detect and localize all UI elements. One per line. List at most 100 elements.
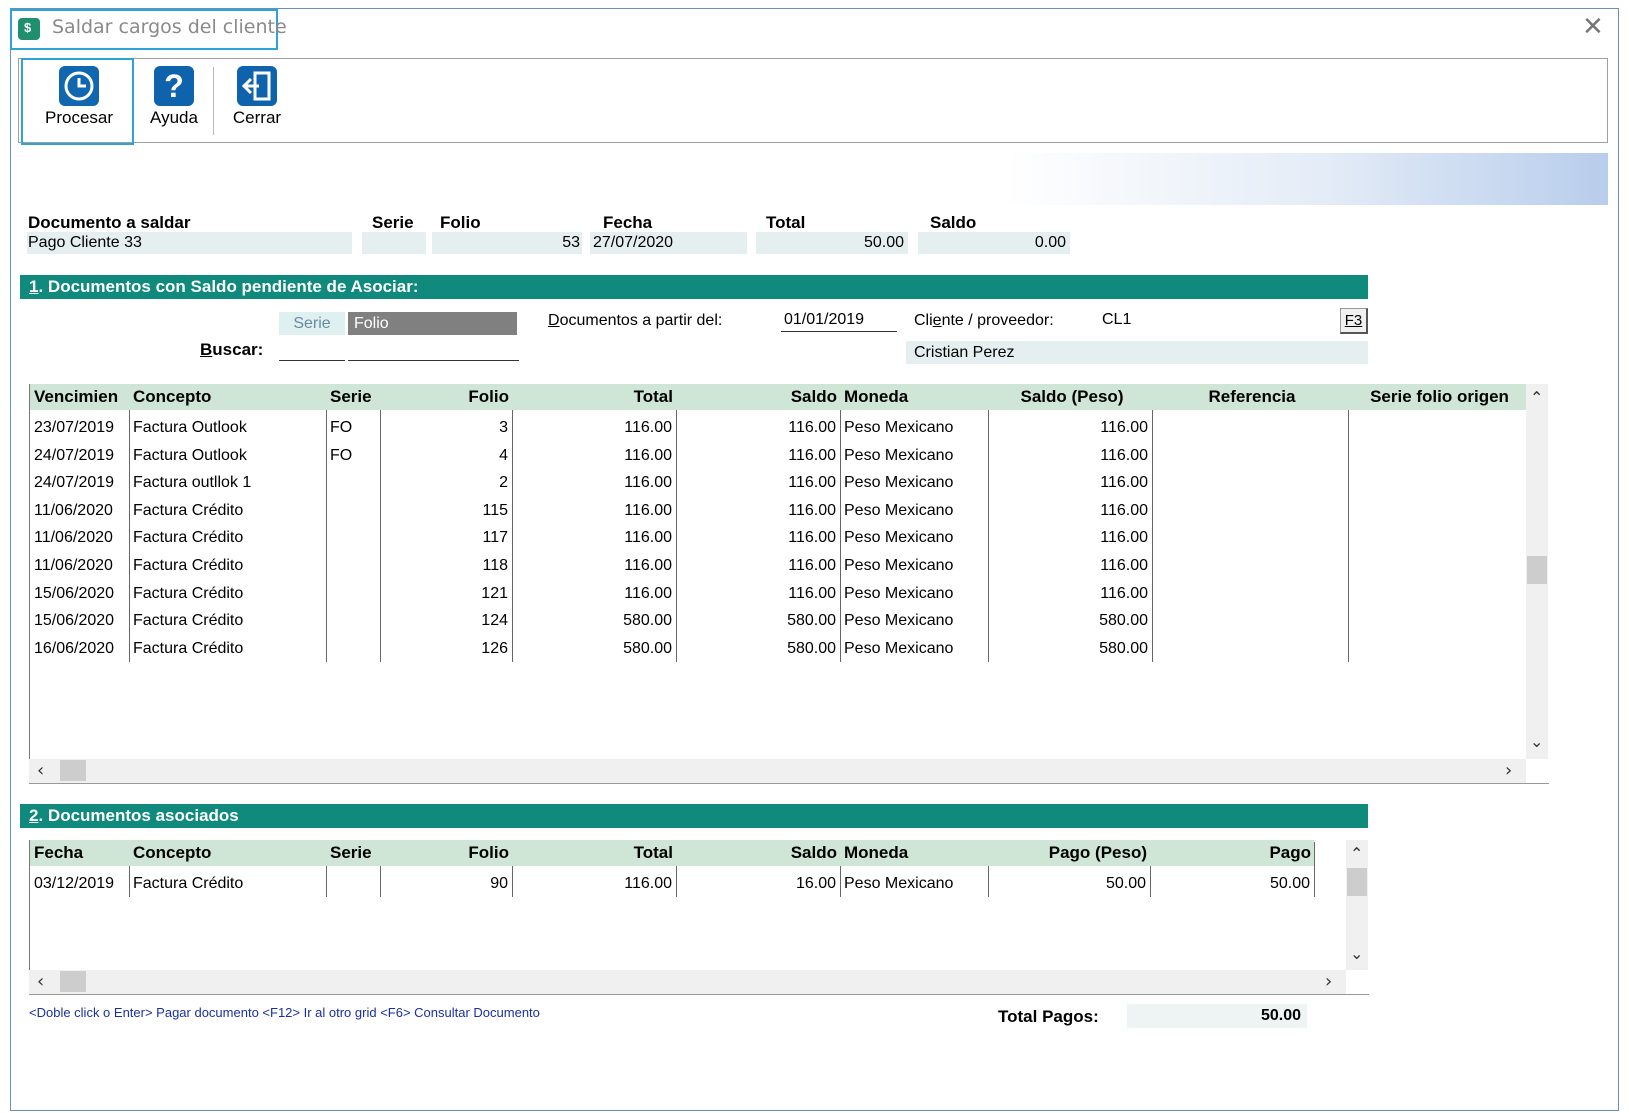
scroll-left-icon[interactable]: ‹ [37, 971, 44, 992]
table-cell [1348, 635, 1527, 662]
table-cell: 116.00 [1100, 529, 1148, 547]
table-cell: 4 [499, 446, 508, 464]
column-header[interactable]: Fecha [30, 840, 129, 866]
exit-door-icon [237, 66, 277, 106]
table-row[interactable]: 11/06/2020 Factura Crédito 117 116.00 116.00… [30, 524, 1527, 552]
table-cell [1348, 580, 1527, 607]
column-header[interactable]: Total [512, 840, 676, 866]
column-header[interactable]: Referencia [1152, 384, 1348, 410]
procesar-label: Procesar [44, 108, 114, 127]
table-row[interactable]: 24/07/2019 Factura outllok 1 2 116.00 116.00… [30, 469, 1527, 497]
search-folio-input[interactable] [348, 338, 519, 361]
column-header[interactable]: Moneda [840, 840, 988, 866]
table-cell: 23/07/2019 [34, 419, 115, 436]
docs-from-date[interactable]: 01/01/2019 [781, 308, 897, 332]
table-row[interactable]: 23/07/2019 Factura Outlook FO 3 116.00 116.00… [30, 414, 1527, 442]
column-header[interactable]: Pago [1150, 840, 1314, 866]
procesar-button[interactable]: Procesar [38, 62, 120, 140]
ayuda-button[interactable]: ? Ayuda [140, 62, 208, 140]
svg-text:?: ? [164, 68, 184, 104]
serie-value [362, 232, 426, 254]
scroll-up-icon[interactable]: ⌃ [1350, 844, 1363, 863]
column-header[interactable]: Folio [380, 384, 512, 410]
table-cell: 116.00 [624, 875, 672, 892]
scroll-right-icon[interactable]: › [1505, 760, 1512, 781]
table-cell: 116.00 [624, 474, 672, 492]
grid2-bottom-border [29, 994, 1369, 995]
table-cell [1152, 580, 1348, 607]
table-cell: Peso Mexicano [844, 584, 954, 602]
column-divider [1314, 842, 1315, 897]
table-cell [1348, 497, 1527, 524]
table-cell: Peso Mexicano [844, 446, 954, 464]
table-cell: Peso Mexicano [844, 419, 954, 436]
table-cell: Factura Crédito [133, 875, 244, 892]
grid2-hscroll-thumb[interactable] [60, 971, 86, 992]
table-row[interactable]: 15/06/2020 Factura Crédito 124 580.00 580.00… [30, 607, 1527, 635]
table-cell: 116.00 [1100, 584, 1148, 602]
table-cell: Factura Crédito [133, 529, 244, 547]
table-cell: 116.00 [624, 419, 672, 436]
table-row[interactable]: 16/06/2020 Factura Crédito 126 580.00 580.00… [30, 635, 1527, 663]
ayuda-label: Ayuda [150, 108, 198, 127]
table-cell: 126 [481, 639, 508, 657]
column-header[interactable]: Saldo [676, 384, 840, 410]
table-cell: Factura Crédito [133, 639, 244, 657]
table-cell [326, 580, 380, 607]
table-row[interactable]: 11/06/2020 Factura Crédito 115 116.00 116.00… [30, 497, 1527, 525]
clock-icon [59, 66, 99, 106]
search-tab-serie[interactable]: Serie [279, 312, 345, 335]
scroll-down-icon[interactable]: ⌄ [1530, 732, 1543, 751]
scroll-right-icon[interactable]: › [1325, 971, 1332, 992]
cliente-input[interactable]: CL1 [1100, 308, 1340, 332]
scroll-down-icon[interactable]: ⌄ [1350, 944, 1363, 963]
close-icon[interactable]: ✕ [1582, 12, 1604, 42]
table-row[interactable]: 11/06/2020 Factura Crédito 118 116.00 116.00… [30, 552, 1527, 580]
pending-documents-grid[interactable]: Vencimien Concepto Serie Folio Total Saldo Mon… [29, 384, 1527, 759]
scroll-up-icon[interactable]: ⌃ [1530, 388, 1543, 407]
table-row[interactable]: 15/06/2020 Factura Crédito 121 116.00 116.00… [30, 580, 1527, 608]
search-serie-input[interactable] [279, 338, 345, 361]
table-cell: 16/06/2020 [34, 639, 115, 657]
column-header[interactable]: Saldo (Peso) [988, 384, 1152, 410]
column-header[interactable]: Vencimien [30, 384, 129, 410]
table-cell: 24/07/2019 [34, 446, 115, 464]
table-cell [326, 870, 380, 897]
column-header[interactable]: Serie folio origen [1348, 384, 1527, 410]
column-header[interactable]: Total [512, 384, 676, 410]
cerrar-button[interactable]: Cerrar [222, 62, 292, 140]
grid2-hscroll[interactable] [29, 970, 1346, 994]
column-header[interactable]: Concepto [129, 840, 326, 866]
grid1-vscroll-thumb[interactable] [1527, 556, 1547, 584]
associated-documents-grid[interactable]: Fecha Concepto Serie Folio Total Saldo Moneda P… [29, 840, 1347, 970]
column-header[interactable]: Pago (Peso) [988, 840, 1150, 866]
column-header[interactable]: Serie [326, 840, 380, 866]
table-cell [1348, 552, 1527, 579]
table-cell: Factura outllok 1 [133, 474, 252, 492]
column-header[interactable]: Folio [380, 840, 512, 866]
grid1-hscroll[interactable] [29, 759, 1526, 783]
table-cell: 121 [481, 584, 508, 602]
table-cell: 11/06/2020 [34, 557, 113, 574]
banner-gradient [18, 153, 1608, 205]
table-row[interactable]: 03/12/2019 Factura Crédito 90 116.00 16.00 Pe… [30, 870, 1314, 897]
table-cell [326, 497, 380, 524]
table-cell: 116.00 [788, 446, 836, 464]
documento-label: Documento a saldar [28, 213, 191, 232]
column-header[interactable]: Serie [326, 384, 380, 410]
app-icon [18, 18, 40, 40]
table-cell [1152, 414, 1348, 441]
column-header[interactable]: Saldo [676, 840, 840, 866]
column-header[interactable]: Concepto [129, 384, 326, 410]
grid1-hscroll-thumb[interactable] [60, 760, 86, 781]
table-cell: Peso Mexicano [844, 501, 954, 519]
table-cell: 116.00 [1100, 501, 1148, 519]
table-row[interactable]: 24/07/2019 Factura Outlook FO 4 116.00 116.00… [30, 442, 1527, 470]
grid2-vscroll-thumb[interactable] [1347, 868, 1367, 896]
table-cell: 116.00 [624, 446, 672, 464]
f3-button[interactable]: F3 [1340, 308, 1368, 334]
scroll-left-icon[interactable]: ‹ [37, 760, 44, 781]
column-header[interactable]: Moneda [840, 384, 988, 410]
search-tab-folio[interactable]: Folio [348, 312, 517, 335]
fecha-value: 27/07/2020 [590, 232, 747, 254]
